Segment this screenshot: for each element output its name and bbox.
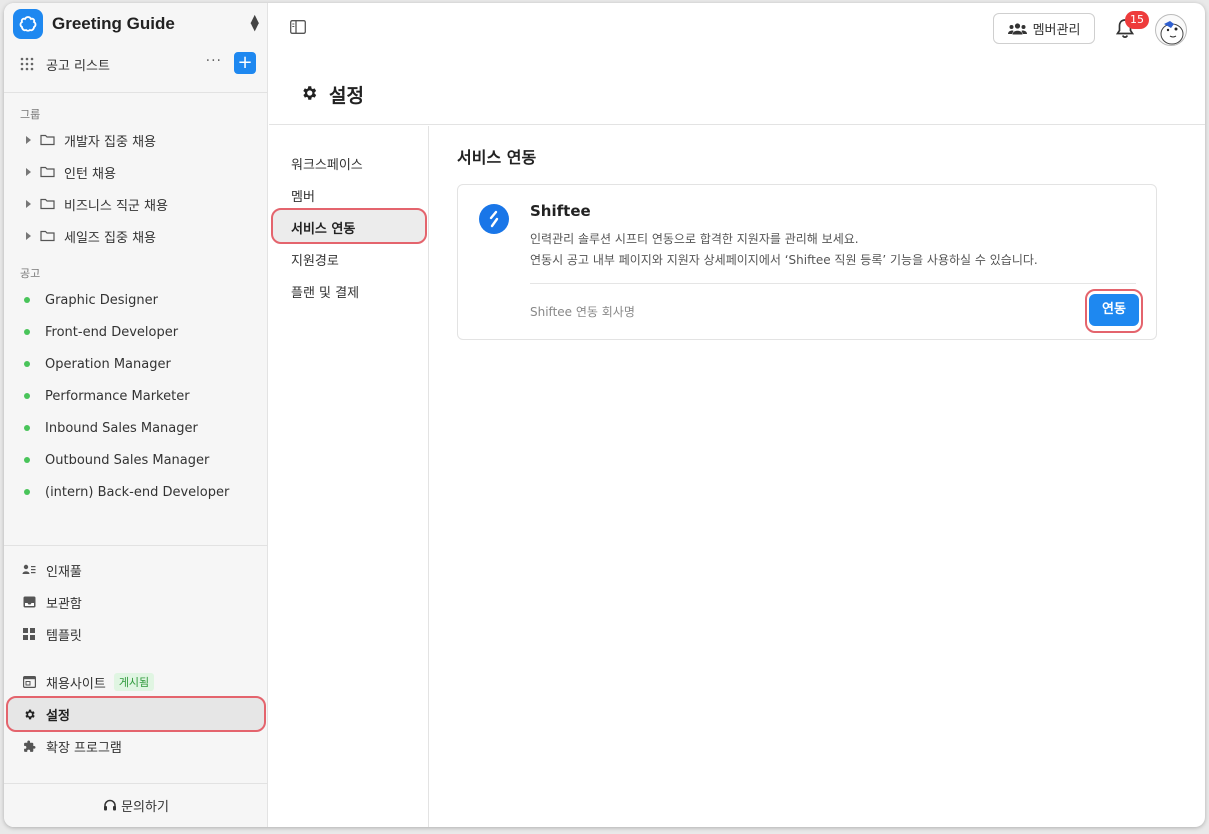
tab-application-channels[interactable]: 지원경로 bbox=[291, 250, 339, 269]
gear-icon bbox=[22, 707, 36, 721]
status-dot bbox=[24, 329, 30, 335]
sidebar-item-label: 템플릿 bbox=[46, 628, 82, 644]
job-item[interactable]: Performance Marketer bbox=[24, 384, 190, 408]
job-label: Inbound Sales Manager bbox=[45, 420, 198, 436]
folder-icon bbox=[40, 134, 55, 146]
app-logo bbox=[13, 9, 43, 39]
job-item[interactable]: (intern) Back-end Developer bbox=[24, 480, 229, 504]
tab-plan-billing[interactable]: 플랜 및 결제 bbox=[291, 282, 359, 301]
job-label: (intern) Back-end Developer bbox=[45, 484, 230, 500]
caret-right-icon[interactable] bbox=[26, 200, 31, 208]
job-label: Performance Marketer bbox=[45, 388, 190, 404]
group-label: 인턴 채용 bbox=[64, 166, 116, 182]
group-label: 비즈니스 직군 채용 bbox=[64, 198, 168, 214]
sidebar-item-label: 인재풀 bbox=[46, 564, 82, 580]
headset-icon bbox=[104, 799, 117, 811]
folder-icon bbox=[40, 198, 55, 210]
group-item[interactable]: 세일즈 집중 채용 bbox=[26, 224, 156, 248]
jobs-section-title: 공고 bbox=[20, 267, 41, 280]
integration-description: 연동시 공고 내부 페이지와 지원자 상세페이지에서 ‘Shiftee 직원 등… bbox=[530, 253, 1038, 267]
notification-count-badge: 15 bbox=[1125, 11, 1149, 29]
connect-button[interactable]: 연동 bbox=[1089, 294, 1139, 326]
member-manage-label: 멤버관리 bbox=[1032, 23, 1081, 38]
status-dot bbox=[24, 425, 30, 431]
inbox-icon bbox=[22, 595, 36, 609]
group-label: 세일즈 집중 채용 bbox=[64, 230, 156, 246]
puzzle-icon bbox=[22, 739, 36, 753]
grid-dots-icon bbox=[20, 57, 34, 71]
tab-members[interactable]: 멤버 bbox=[291, 186, 315, 205]
sidebar-item-archive[interactable]: 보관함 bbox=[22, 590, 82, 614]
template-grid-icon bbox=[22, 627, 36, 641]
top-bar: 멤버관리 15 bbox=[269, 3, 1205, 55]
job-label: Operation Manager bbox=[45, 356, 171, 372]
divider bbox=[4, 92, 268, 93]
settings-nav: 워크스페이스 멤버 서비스 연동 지원경로 플랜 및 결제 bbox=[269, 126, 429, 827]
folder-icon bbox=[40, 166, 55, 178]
caret-right-icon[interactable] bbox=[26, 168, 31, 176]
sidebar-item-talent-pool[interactable]: 인재풀 bbox=[22, 558, 82, 582]
sidebar-item-label: 채용사이트 bbox=[46, 676, 106, 692]
job-list-row[interactable]: 공고 리스트 ··· + bbox=[20, 52, 256, 75]
status-dot bbox=[24, 361, 30, 367]
job-label: Graphic Designer bbox=[45, 292, 158, 308]
divider bbox=[4, 545, 268, 546]
people-icon bbox=[1007, 22, 1027, 34]
job-item[interactable]: Inbound Sales Manager bbox=[24, 416, 198, 440]
group-item[interactable]: 인턴 채용 bbox=[26, 160, 116, 184]
shiftee-logo bbox=[479, 204, 509, 234]
folder-icon bbox=[40, 230, 55, 242]
job-label: Front-end Developer bbox=[45, 324, 179, 340]
add-job-button[interactable]: + bbox=[234, 52, 256, 74]
status-dot bbox=[24, 489, 30, 495]
job-list-label: 공고 리스트 bbox=[46, 58, 110, 74]
sidebar-item-label: 확장 프로그램 bbox=[46, 740, 122, 756]
status-dot bbox=[24, 393, 30, 399]
sidebar-item-career-site[interactable]: 채용사이트 게시됨 bbox=[22, 670, 155, 694]
sidebar-item-extensions[interactable]: 확장 프로그램 bbox=[22, 734, 122, 758]
group-item[interactable]: 비즈니스 직군 채용 bbox=[26, 192, 168, 216]
sidebar-toggle-icon[interactable] bbox=[290, 20, 306, 34]
status-dot bbox=[24, 457, 30, 463]
app-window: Greeting Guide ▲ ▼ 공고 리스트 ··· + 그룹 개발자 집중… bbox=[4, 3, 1205, 827]
integration-name: Shiftee bbox=[530, 202, 591, 220]
status-dot bbox=[24, 297, 30, 303]
job-item[interactable]: Graphic Designer bbox=[24, 288, 158, 312]
groups-section-title: 그룹 bbox=[20, 108, 41, 121]
company-name-field: Shiftee 연동 회사명 bbox=[530, 305, 635, 319]
help-button[interactable]: 문의하기 bbox=[4, 783, 268, 827]
job-item[interactable]: Operation Manager bbox=[24, 352, 171, 376]
more-options-icon[interactable]: ··· bbox=[206, 53, 222, 69]
section-title: 서비스 연동 bbox=[457, 148, 537, 167]
integration-card: Shiftee 인력관리 솔루션 시프티 연동으로 합격한 지원자를 관리해 보… bbox=[457, 184, 1157, 340]
divider bbox=[530, 283, 1136, 284]
help-label: 문의하기 bbox=[121, 800, 169, 815]
published-badge: 게시됨 bbox=[113, 673, 155, 691]
caret-right-icon[interactable] bbox=[26, 232, 31, 240]
tab-service-integration[interactable]: 서비스 연동 bbox=[291, 218, 355, 237]
sidebar-item-templates[interactable]: 템플릿 bbox=[22, 622, 82, 646]
job-item[interactable]: Front-end Developer bbox=[24, 320, 178, 344]
sidebar-item-label: 설정 bbox=[46, 708, 70, 724]
sidebar-item-settings[interactable]: 설정 bbox=[22, 702, 70, 726]
people-list-icon bbox=[22, 563, 36, 577]
workspace-switcher[interactable]: Greeting Guide ▲ ▼ bbox=[13, 9, 263, 39]
app-name: Greeting Guide bbox=[52, 14, 175, 33]
integration-description: 인력관리 솔루션 시프티 연동으로 합격한 지원자를 관리해 보세요. bbox=[530, 232, 859, 246]
browser-window-icon bbox=[22, 675, 36, 689]
job-label: Outbound Sales Manager bbox=[45, 452, 210, 468]
switcher-chevron-icon[interactable]: ▲ ▼ bbox=[251, 13, 259, 32]
page-header: 설정 bbox=[269, 55, 1205, 125]
sidebar: Greeting Guide ▲ ▼ 공고 리스트 ··· + 그룹 개발자 집중… bbox=[4, 3, 268, 827]
sidebar-item-label: 보관함 bbox=[46, 596, 82, 612]
page-title: 설정 bbox=[329, 85, 364, 107]
job-item[interactable]: Outbound Sales Manager bbox=[24, 448, 209, 472]
group-label: 개발자 집중 채용 bbox=[64, 134, 156, 150]
tab-workspace[interactable]: 워크스페이스 bbox=[291, 154, 363, 173]
caret-right-icon[interactable] bbox=[26, 136, 31, 144]
user-avatar[interactable] bbox=[1155, 14, 1187, 46]
group-item[interactable]: 개발자 집중 채용 bbox=[26, 128, 156, 152]
gear-icon bbox=[303, 86, 317, 100]
member-manage-button[interactable]: 멤버관리 bbox=[993, 13, 1095, 44]
